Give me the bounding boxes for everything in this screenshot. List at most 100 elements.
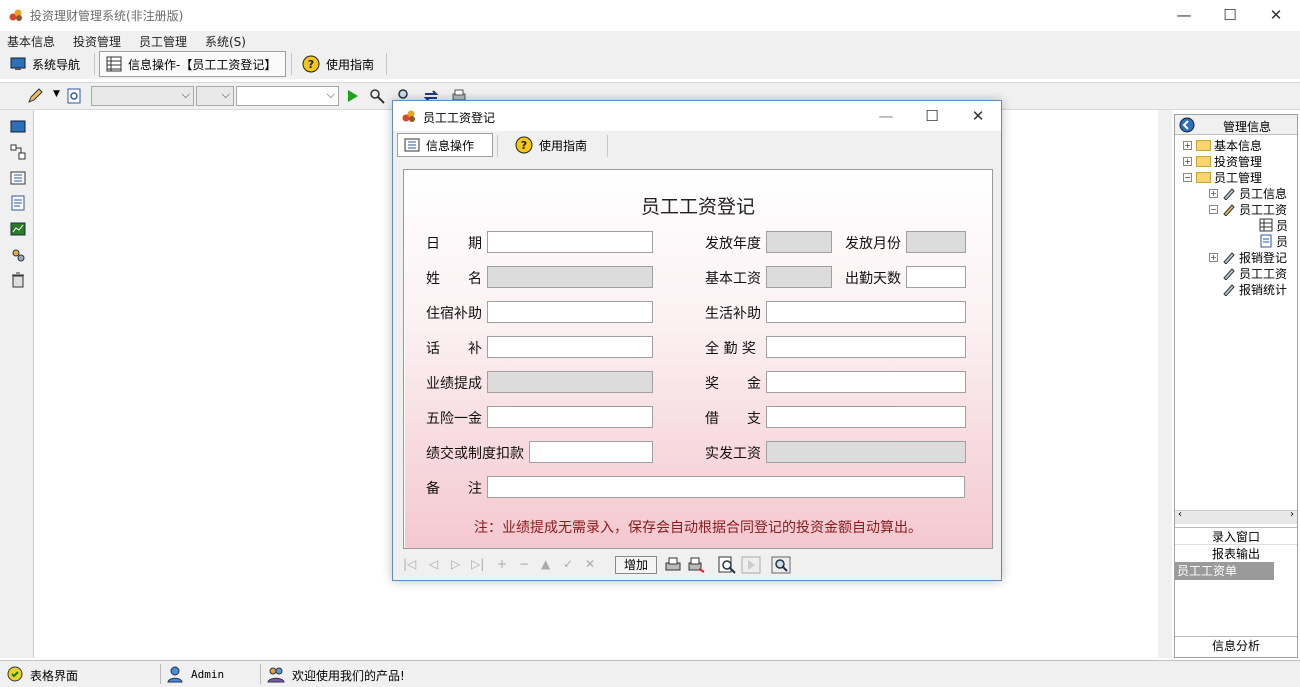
add-button[interactable]: 增加 (615, 556, 657, 574)
edit-icon[interactable]: ▲ (541, 557, 550, 571)
expand-icon[interactable]: + (1183, 156, 1192, 166)
tab-info-operation[interactable]: 信息操作-【员工工资登记】 (99, 51, 286, 77)
actual-salary-field (766, 441, 966, 463)
dialog-tab-info[interactable]: 信息操作 (397, 133, 493, 157)
filter-value-combo[interactable]: ⌵ (236, 86, 339, 106)
svg-text:?: ? (521, 139, 527, 152)
expand-icon[interactable]: + (1209, 188, 1218, 198)
attendance-field[interactable] (906, 266, 966, 288)
living-allowance-field[interactable] (766, 301, 966, 323)
tab-user-guide[interactable]: ? 使用指南 (296, 51, 380, 77)
tree-item-salary-doc[interactable]: 员 (1259, 233, 1297, 249)
cancel-icon[interactable]: ✕ (585, 557, 595, 571)
close-button[interactable]: ✕ (1253, 0, 1299, 31)
collapse-tree-icon[interactable]: − (1183, 172, 1192, 182)
form-icon[interactable] (10, 170, 26, 186)
dialog-tab-guide[interactable]: ? 使用指南 (509, 133, 593, 157)
print-icon[interactable] (663, 556, 683, 574)
tree-item-employee-salary-2[interactable]: 员工工资 (1222, 265, 1297, 281)
chevron-down-icon: ⌵ (326, 88, 335, 101)
tree-item-investment[interactable]: + 投资管理 (1183, 153, 1297, 169)
preview-icon[interactable] (717, 556, 737, 574)
next-record-icon[interactable]: ▷ (451, 557, 460, 571)
chevron-down-icon[interactable]: ▼ (53, 89, 60, 99)
app-title: 投资理财管理系统(非注册版) (30, 9, 184, 23)
chart-icon[interactable] (10, 221, 26, 237)
label-attendance: 出勤天数 (845, 271, 901, 287)
last-record-icon[interactable]: ▷| (471, 557, 484, 571)
tab-divider (386, 53, 387, 75)
tree-item-expense-register[interactable]: + 报销登记 (1209, 249, 1297, 265)
expand-icon[interactable]: + (1183, 140, 1192, 150)
remark-field[interactable] (487, 476, 965, 498)
menu-investment[interactable]: 投资管理 (73, 33, 121, 50)
prior-record-icon[interactable]: ◁ (429, 557, 438, 571)
tree-item-salary-form[interactable]: 员 (1259, 217, 1297, 233)
print-export-icon[interactable] (686, 556, 706, 574)
tab-divider (607, 135, 608, 157)
dialog-tabs: 信息操作 ? 使用指南 (393, 131, 1001, 159)
filter-field-combo[interactable]: ⌵ (91, 86, 194, 106)
trash-icon[interactable] (10, 272, 26, 288)
list-item-salary-sheet[interactable]: 员工工资单 (1175, 562, 1274, 580)
minimize-button[interactable]: — (1161, 0, 1207, 31)
date-field[interactable] (487, 231, 653, 253)
pencil-icon[interactable] (26, 87, 44, 105)
bonus-field[interactable] (766, 371, 966, 393)
management-panel: 管理信息 + 基本信息 + 投资管理 − 员工管理 + 员工信息 − 员工工资 员 员 +… (1174, 114, 1298, 658)
tab-system-nav[interactable]: 系统导航 (4, 51, 86, 77)
dialog-maximize-button[interactable]: ☐ (909, 101, 955, 132)
insurance-field[interactable] (487, 406, 653, 428)
tree-item-employee-info[interactable]: + 员工信息 (1209, 185, 1297, 201)
label-remark: 备 注 (426, 481, 482, 497)
document-icon[interactable] (10, 195, 26, 211)
form-title: 员工工资登记 (640, 196, 755, 218)
dialog-title: 员工工资登记 (423, 111, 496, 125)
tree-item-employee-salary[interactable]: − 员工工资 (1209, 201, 1297, 217)
tree-item-basic-info[interactable]: + 基本信息 (1183, 137, 1297, 153)
menu-system[interactable]: 系统(S) (205, 33, 246, 50)
maximize-button[interactable]: ☐ (1207, 0, 1253, 31)
deduction-field[interactable] (529, 441, 653, 463)
housing-allowance-field[interactable] (487, 301, 653, 323)
settings-user-icon[interactable] (10, 247, 26, 263)
chevron-right-icon[interactable]: › (1290, 509, 1294, 520)
play-icon[interactable] (343, 87, 361, 105)
horizontal-scrollbar[interactable]: ‹ › (1175, 509, 1297, 524)
list-item-report-output[interactable]: 报表输出 (1175, 545, 1297, 563)
collapse-tree-icon[interactable]: − (1209, 204, 1218, 214)
monitor-icon[interactable] (10, 119, 26, 135)
zoom-icon[interactable] (771, 556, 791, 574)
play-disabled-icon (741, 556, 761, 574)
list-item-entry-window[interactable]: 录入窗口 (1175, 527, 1297, 545)
find-icon[interactable] (66, 87, 84, 105)
phone-allowance-field[interactable] (487, 336, 653, 358)
loan-field[interactable] (766, 406, 966, 428)
insert-icon[interactable]: + (497, 557, 507, 571)
dialog-close-button[interactable]: ✕ (955, 101, 1001, 132)
menu-basic-info[interactable]: 基本信息 (7, 33, 55, 50)
label-commission: 业绩提成 (426, 376, 482, 392)
tree-item-expense-stats[interactable]: 报销统计 (1222, 281, 1297, 297)
label-date: 日 期 (426, 236, 482, 252)
label-housing: 住宿补助 (426, 306, 482, 322)
pen-doc-icon (1223, 284, 1235, 296)
splitter[interactable] (1158, 110, 1172, 658)
label-bonus: 奖 金 (705, 376, 761, 392)
collapse-icon[interactable] (1179, 117, 1195, 133)
menu-employee[interactable]: 员工管理 (139, 33, 187, 50)
name-field[interactable] (487, 266, 653, 288)
filter-operator-combo[interactable]: ⌵ (196, 86, 234, 106)
expand-icon[interactable]: + (1209, 252, 1218, 262)
tree-item-employee[interactable]: − 员工管理 (1183, 169, 1297, 185)
post-icon[interactable]: ✓ (563, 557, 573, 571)
delete-icon[interactable]: − (519, 557, 529, 571)
full-attendance-field[interactable] (766, 336, 966, 358)
chevron-left-icon[interactable]: ‹ (1178, 509, 1182, 520)
first-record-icon[interactable]: |◁ (403, 557, 416, 571)
search-user-icon[interactable] (368, 87, 386, 105)
dialog-minimize-button[interactable]: — (863, 101, 909, 132)
info-analysis-button[interactable]: 信息分析 (1175, 636, 1297, 654)
network-icon[interactable] (10, 144, 26, 160)
help-icon: ? (302, 55, 320, 73)
